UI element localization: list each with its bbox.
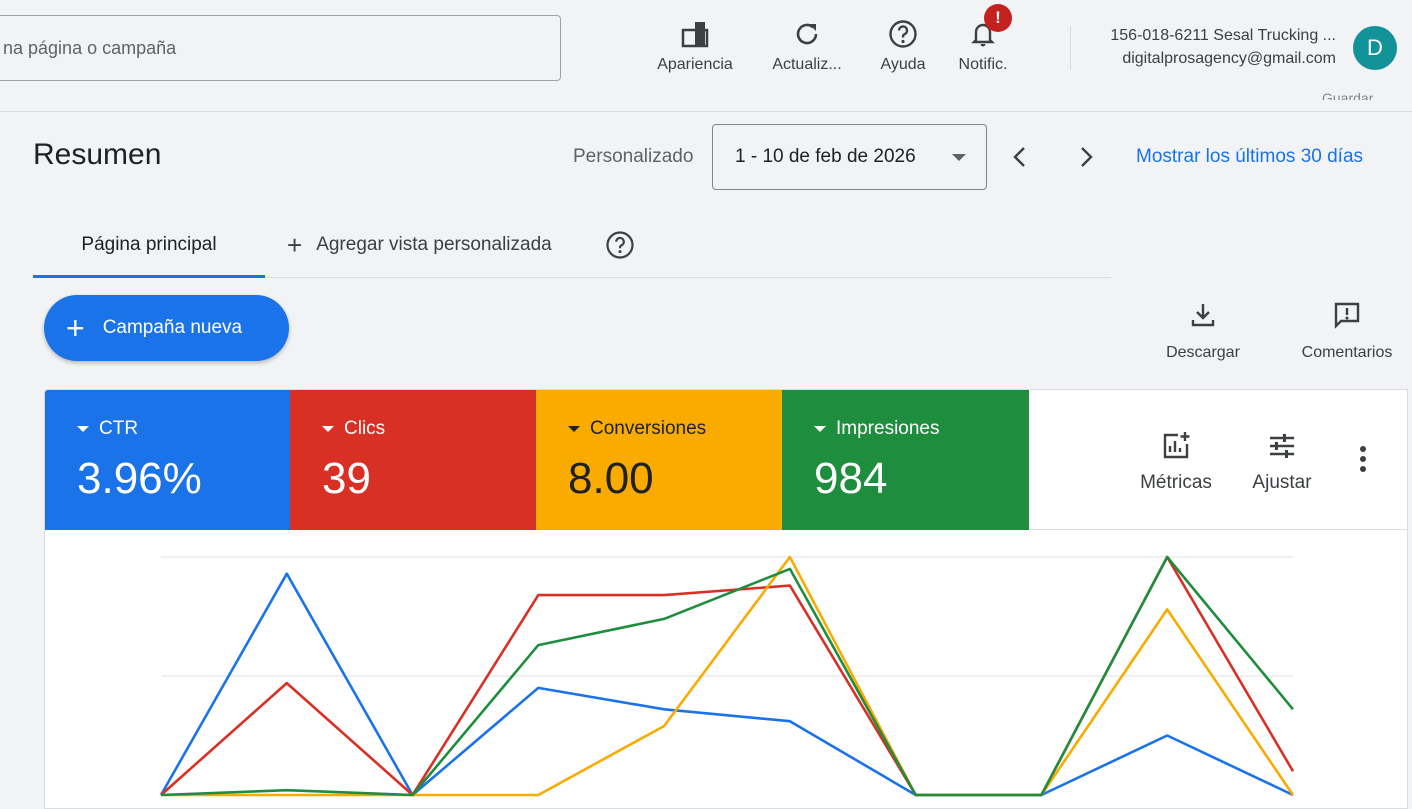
period-label: Personalizado: [573, 146, 694, 167]
avatar[interactable]: D: [1353, 26, 1397, 70]
dropdown-arrow-icon: [568, 426, 580, 432]
metric-clicks-value: 39: [322, 454, 371, 503]
metric-ctr-value: 3.96%: [77, 454, 202, 503]
plus-icon: +: [66, 310, 85, 346]
add-chart-icon: [1163, 432, 1190, 459]
help-label: Ayuda: [880, 56, 926, 73]
appearance-label: Apariencia: [657, 56, 733, 73]
help-icon: [889, 20, 917, 48]
metric-ctr[interactable]: CTR 3.96%: [45, 390, 290, 530]
notifications-label: Notific.: [958, 56, 1008, 73]
dropdown-arrow-icon: [77, 426, 89, 432]
more-vert-icon: [1360, 446, 1366, 472]
divider: [1070, 26, 1071, 70]
help-button[interactable]: Ayuda: [874, 10, 932, 74]
next-period-button[interactable]: [1069, 140, 1103, 174]
metric-conversions[interactable]: Conversiones 8.00: [536, 390, 782, 530]
tab-main-page[interactable]: Página principal: [33, 214, 265, 278]
dropdown-arrow-icon: [814, 426, 826, 432]
metric-conversions-header: Conversiones: [568, 418, 706, 440]
metric-ctr-name: CTR: [99, 418, 139, 439]
performance-chart: [159, 555, 1295, 797]
dropdown-caret-icon: [952, 154, 966, 161]
metric-clicks[interactable]: Clics 39: [290, 390, 536, 530]
comments-label: Comentarios: [1301, 344, 1393, 361]
tab-main-label: Página principal: [81, 233, 217, 255]
metrics-label: Métricas: [1140, 472, 1212, 493]
top-bar: Apariencia Actualiz... Ayuda Notific. ! …: [0, 0, 1412, 112]
notification-badge: !: [984, 4, 1012, 32]
refresh-label: Actualiz...: [772, 56, 842, 73]
new-campaign-button[interactable]: + Campaña nueva: [44, 295, 289, 361]
metric-impressions-header: Impresiones: [814, 418, 940, 440]
chevron-left-icon: [1013, 147, 1025, 167]
tune-icon: [1270, 434, 1294, 458]
metric-impressions[interactable]: Impresiones 984: [782, 390, 1029, 530]
download-button[interactable]: Descargar: [1160, 300, 1246, 362]
refresh-icon: [796, 23, 818, 45]
adjust-label: Ajustar: [1252, 472, 1312, 493]
account-email: digitalprosagency@gmail.com: [1122, 50, 1336, 67]
metric-ctr-header: CTR: [77, 418, 138, 440]
performance-card: CTR 3.96% Clics 39 Conversiones 8.00 Imp…: [44, 389, 1408, 809]
notifications-button[interactable]: Notific. !: [950, 4, 1016, 74]
date-range-select[interactable]: 1 - 10 de feb de 2026: [712, 124, 987, 190]
search-box[interactable]: [0, 15, 561, 81]
add-custom-view-button[interactable]: + Agregar vista personalizada: [287, 230, 552, 260]
save-text-partial: Guardar: [1322, 90, 1374, 100]
appearance-icon: [681, 22, 709, 48]
series-line-0: [159, 572, 1294, 797]
new-campaign-label: Campaña nueva: [102, 317, 243, 338]
plus-icon: +: [287, 230, 303, 260]
download-icon: [1191, 304, 1215, 327]
add-custom-view-label: Agregar vista personalizada: [316, 234, 552, 255]
show-last-30-days-link[interactable]: Mostrar los últimos 30 días: [1136, 146, 1363, 168]
metric-conversions-name: Conversiones: [590, 418, 707, 439]
help-icon: [606, 231, 634, 259]
download-label: Descargar: [1166, 344, 1240, 361]
metrics-button[interactable]: Métricas: [1133, 430, 1219, 494]
adjust-button[interactable]: Ajustar: [1247, 430, 1317, 494]
feedback-icon: [1334, 302, 1360, 329]
chevron-right-icon: [1081, 147, 1093, 167]
refresh-button[interactable]: Actualiz...: [764, 10, 850, 74]
appearance-button[interactable]: Apariencia: [650, 10, 740, 74]
more-options-button[interactable]: [1351, 444, 1375, 474]
metric-clicks-header: Clics: [322, 418, 385, 440]
date-range-value: 1 - 10 de feb de 2026: [735, 146, 916, 167]
metric-impressions-name: Impresiones: [836, 418, 940, 439]
account-info[interactable]: 156-018-6211 Sesal Trucking ... digitalp…: [1080, 24, 1336, 70]
previous-period-button[interactable]: [1003, 140, 1037, 174]
dropdown-arrow-icon: [322, 426, 334, 432]
search-input[interactable]: [1, 36, 521, 60]
metric-clicks-name: Clics: [344, 418, 386, 439]
comments-button[interactable]: Comentarios: [1294, 300, 1400, 362]
account-name: 156-018-6211 Sesal Trucking ...: [1110, 27, 1336, 44]
page-title: Resumen: [33, 138, 162, 171]
tabs-help-button[interactable]: [605, 230, 635, 260]
metric-conversions-value: 8.00: [568, 454, 654, 503]
metric-impressions-value: 984: [814, 454, 888, 503]
